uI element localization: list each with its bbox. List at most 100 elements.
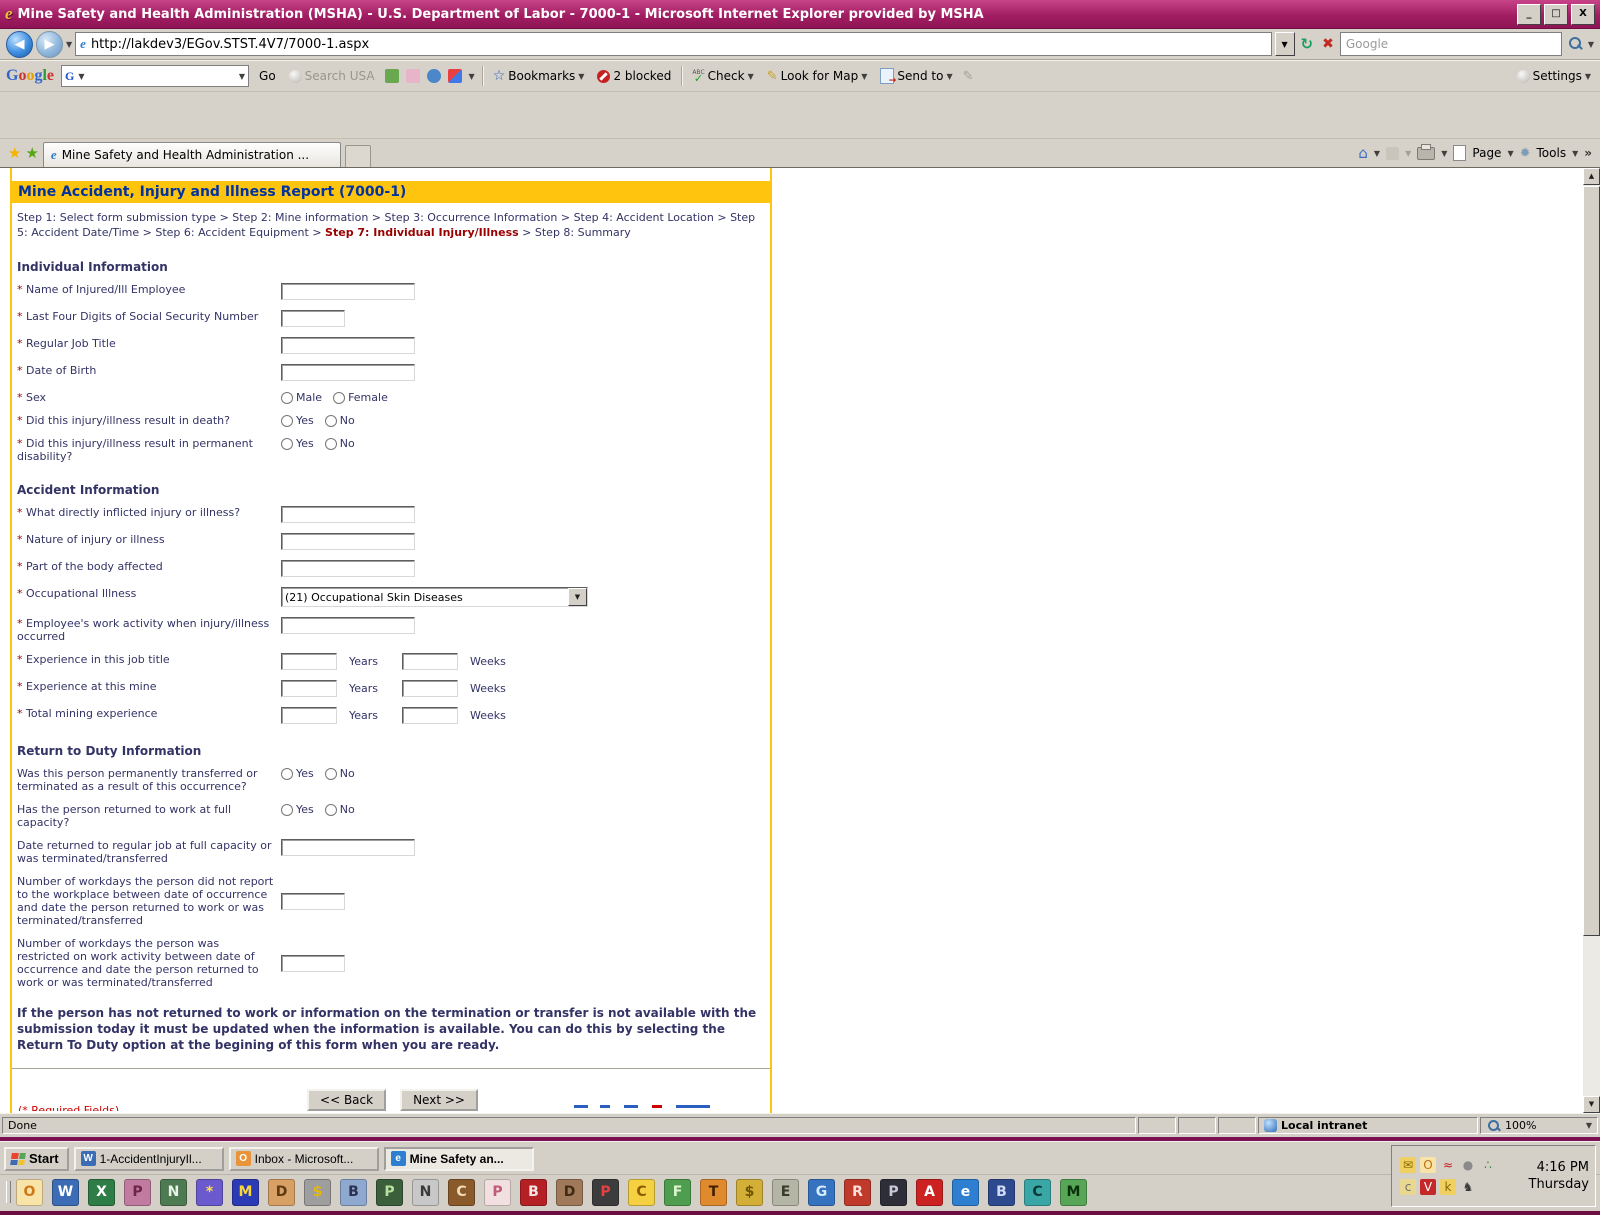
penguin-icon[interactable]: P (592, 1179, 619, 1206)
taskbar-button[interactable]: eMine Safety an... (384, 1147, 534, 1171)
breadcrumb-step[interactable]: Step 6: Accident Equipment (155, 226, 308, 239)
zoom-dropdown-icon[interactable]: ▼ (1586, 1121, 1592, 1130)
knight-icon[interactable]: ♞ (1460, 1179, 1476, 1195)
radio-button[interactable] (281, 392, 293, 404)
scrollbar-thumb[interactable] (1583, 186, 1600, 936)
text-input[interactable] (281, 506, 415, 523)
breadcrumb-step[interactable]: Step 1: Select form submission type (17, 211, 216, 224)
weeks-input[interactable] (402, 680, 458, 697)
word-icon[interactable]: W (52, 1179, 79, 1206)
text-input[interactable] (281, 955, 345, 972)
radio-option-yes[interactable]: Yes (281, 767, 314, 780)
occupational-illness-select[interactable]: (21) Occupational Skin Diseases▼ (281, 587, 588, 607)
radio-button[interactable] (281, 768, 293, 780)
text-input[interactable] (281, 283, 415, 300)
book-icon[interactable]: B (988, 1179, 1015, 1206)
photos-icon[interactable] (385, 69, 399, 83)
notebook-icon[interactable]: N (160, 1179, 187, 1206)
vertical-scrollbar[interactable]: ▲ ▼ (1583, 168, 1600, 1113)
scroll-up-button[interactable]: ▲ (1583, 168, 1600, 185)
eraser-icon[interactable] (406, 69, 420, 83)
search-magnifier-icon[interactable] (1565, 33, 1585, 55)
popup-blocked-button[interactable]: 2 blocked (594, 67, 674, 85)
close-button[interactable]: X (1571, 4, 1595, 25)
select-arrow-icon[interactable]: ▼ (568, 588, 587, 606)
taskbar-button[interactable]: W1-AccidentInjuryIl... (74, 1147, 224, 1171)
address-field[interactable]: e http://lakdev3/EGov.STST.4V7/7000-1.as… (75, 32, 1271, 56)
taskbar-clock[interactable]: 4:16 PM Thursday (1529, 1159, 1589, 1193)
add-favorite-icon[interactable]: ★ (25, 144, 38, 162)
radio-option-yes[interactable]: Yes (281, 803, 314, 816)
radio-option-yes[interactable]: Yes (281, 414, 314, 427)
toolbar-overflow-chevron[interactable]: » (1584, 146, 1592, 160)
scroll-down-button[interactable]: ▼ (1583, 1096, 1600, 1113)
options-cube-icon[interactable] (448, 69, 462, 83)
years-input[interactable] (281, 680, 337, 697)
text-input[interactable] (281, 533, 415, 550)
radio-button[interactable] (281, 804, 293, 816)
bird-icon[interactable]: B (340, 1179, 367, 1206)
radio-option-no[interactable]: No (325, 414, 355, 427)
text-input[interactable] (281, 893, 345, 910)
radio-button[interactable] (325, 438, 337, 450)
weeks-input[interactable] (402, 707, 458, 724)
google-search-input[interactable]: G ▼ ▼ (61, 65, 249, 87)
spellcheck-button[interactable]: ABC✓ Check ▼ (689, 67, 756, 85)
compass-icon[interactable] (427, 69, 441, 83)
radio-option-yes[interactable]: Yes (281, 437, 314, 450)
money-bag-icon[interactable]: $ (304, 1179, 331, 1206)
coin-icon[interactable]: $ (736, 1179, 763, 1206)
favorites-star-icon[interactable]: ★ (8, 144, 21, 162)
parrot-icon[interactable]: P (376, 1179, 403, 1206)
breadcrumb-step[interactable]: Step 3: Occurrence Information (385, 211, 558, 224)
calculator-icon[interactable]: C (1024, 1179, 1051, 1206)
text-input[interactable] (281, 310, 345, 327)
send-to-button[interactable]: Send to ▼ (877, 66, 955, 86)
search-usa-button[interactable]: Search USA (286, 67, 378, 85)
settings-button[interactable]: Settings ▼ (1514, 67, 1594, 85)
radio-button[interactable] (281, 438, 293, 450)
chick-icon[interactable]: C (628, 1179, 655, 1206)
radio-button[interactable] (333, 392, 345, 404)
look-for-map-button[interactable]: ✎ Look for Map ▼ (764, 67, 871, 86)
weeks-input[interactable] (402, 653, 458, 670)
volume-icon[interactable]: ● (1460, 1157, 1476, 1173)
antivirus-shield-icon[interactable]: V (1420, 1179, 1436, 1195)
breadcrumb-step[interactable]: Step 4: Accident Location (574, 211, 714, 224)
acrobat-icon[interactable]: A (916, 1179, 943, 1206)
active-tab[interactable]: e Mine Safety and Health Administration … (43, 142, 341, 167)
address-dropdown-button[interactable]: ▼ (1275, 32, 1295, 56)
forward-button[interactable]: ▶ (36, 31, 63, 58)
globe-icon[interactable]: G (808, 1179, 835, 1206)
radio-option-male[interactable]: Male (281, 391, 322, 404)
frog-icon[interactable]: F (664, 1179, 691, 1206)
key-icon[interactable]: P (124, 1179, 151, 1206)
outlook-icon[interactable]: O (16, 1179, 43, 1206)
go-button[interactable]: Go (256, 67, 279, 85)
duck-icon[interactable]: D (268, 1179, 295, 1206)
radio-option-no[interactable]: No (325, 803, 355, 816)
penguin2-icon[interactable]: P (880, 1179, 907, 1206)
search-input[interactable]: Google (1340, 32, 1562, 56)
breadcrumb-step[interactable]: Step 8: Summary (535, 226, 631, 239)
search-dropdown-icon[interactable]: ▼ (1588, 40, 1594, 49)
radio-option-female[interactable]: Female (333, 391, 388, 404)
dog-icon[interactable]: D (556, 1179, 583, 1206)
text-input[interactable] (281, 364, 415, 381)
tiger-icon[interactable]: T (700, 1179, 727, 1206)
marge-icon[interactable]: M (232, 1179, 259, 1206)
pinwheel-icon[interactable]: * (196, 1179, 223, 1206)
newspaper-icon[interactable]: N (412, 1179, 439, 1206)
red-figure-icon[interactable]: R (844, 1179, 871, 1206)
page-menu[interactable]: Page (1472, 146, 1501, 160)
radio-option-no[interactable]: No (325, 767, 355, 780)
back-button[interactable]: ◀ (6, 31, 33, 58)
g-dropdown-icon[interactable]: ▼ (78, 72, 84, 81)
feeds-icon[interactable] (1386, 147, 1399, 160)
bookmarks-button[interactable]: ☆ Bookmarks ▼ (490, 66, 588, 86)
pinky-icon[interactable]: P (484, 1179, 511, 1206)
maximize-button[interactable]: □ (1544, 4, 1568, 25)
radio-button[interactable] (325, 415, 337, 427)
cube-dropdown-icon[interactable]: ▼ (469, 72, 475, 81)
breadcrumb-step[interactable]: Step 2: Mine information (232, 211, 368, 224)
